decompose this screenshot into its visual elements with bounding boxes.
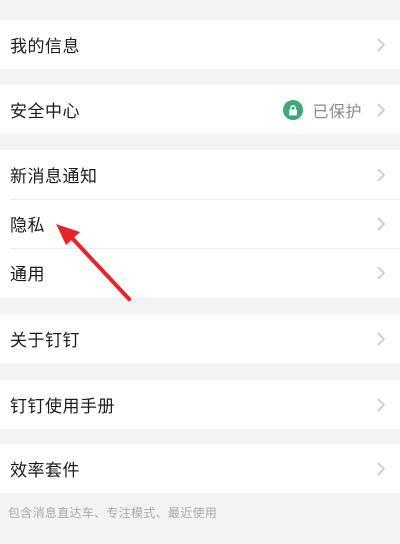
efficiency-suite-description: 包含消息直达车、专注模式、最近使用 [8,506,218,520]
efficiency-suite-row[interactable]: 效率套件 [0,444,400,493]
new-message-notify-row[interactable]: 新消息通知 [0,150,400,199]
user-manual-label: 钉钉使用手册 [10,397,115,417]
lock-icon [283,99,304,120]
general-row[interactable]: 通用 [0,248,400,297]
security-status-text: 已保护 [312,101,362,121]
my-info-row[interactable]: 我的信息 [0,20,400,69]
privacy-row[interactable]: 隐私 [0,199,400,248]
chevron-right-icon [377,331,386,346]
user-manual-row[interactable]: 钉钉使用手册 [0,380,400,429]
general-label: 通用 [10,265,45,285]
group-my-info: 我的信息 [0,20,400,69]
my-info-label: 我的信息 [10,37,80,57]
new-message-notify-label: 新消息通知 [10,167,98,187]
efficiency-suite-label: 效率套件 [10,461,80,481]
chevron-right-icon [377,397,386,412]
settings-screen: 我的信息 安全中心 已保护 新消息通知 隐私 通用 关于钉钉 钉钉使用手册 效率… [0,0,400,544]
chevron-right-icon [377,265,386,280]
security-center-row[interactable]: 安全中心 已保护 [0,85,400,134]
group-about: 关于钉钉 [0,314,400,363]
privacy-label: 隐私 [10,216,45,236]
chevron-right-icon [377,216,386,231]
about-label: 关于钉钉 [10,331,80,351]
about-row[interactable]: 关于钉钉 [0,314,400,363]
chevron-right-icon [377,37,386,52]
security-center-label: 安全中心 [10,102,80,122]
chevron-right-icon [377,167,386,182]
chevron-right-icon [377,461,386,476]
chevron-right-icon [377,102,386,117]
group-user-manual: 钉钉使用手册 [0,380,400,429]
security-status: 已保护 [283,98,362,122]
group-efficiency-suite: 效率套件 [0,444,400,493]
group-security: 安全中心 已保护 [0,85,400,134]
group-notify-privacy-general: 新消息通知 隐私 通用 [0,150,400,297]
